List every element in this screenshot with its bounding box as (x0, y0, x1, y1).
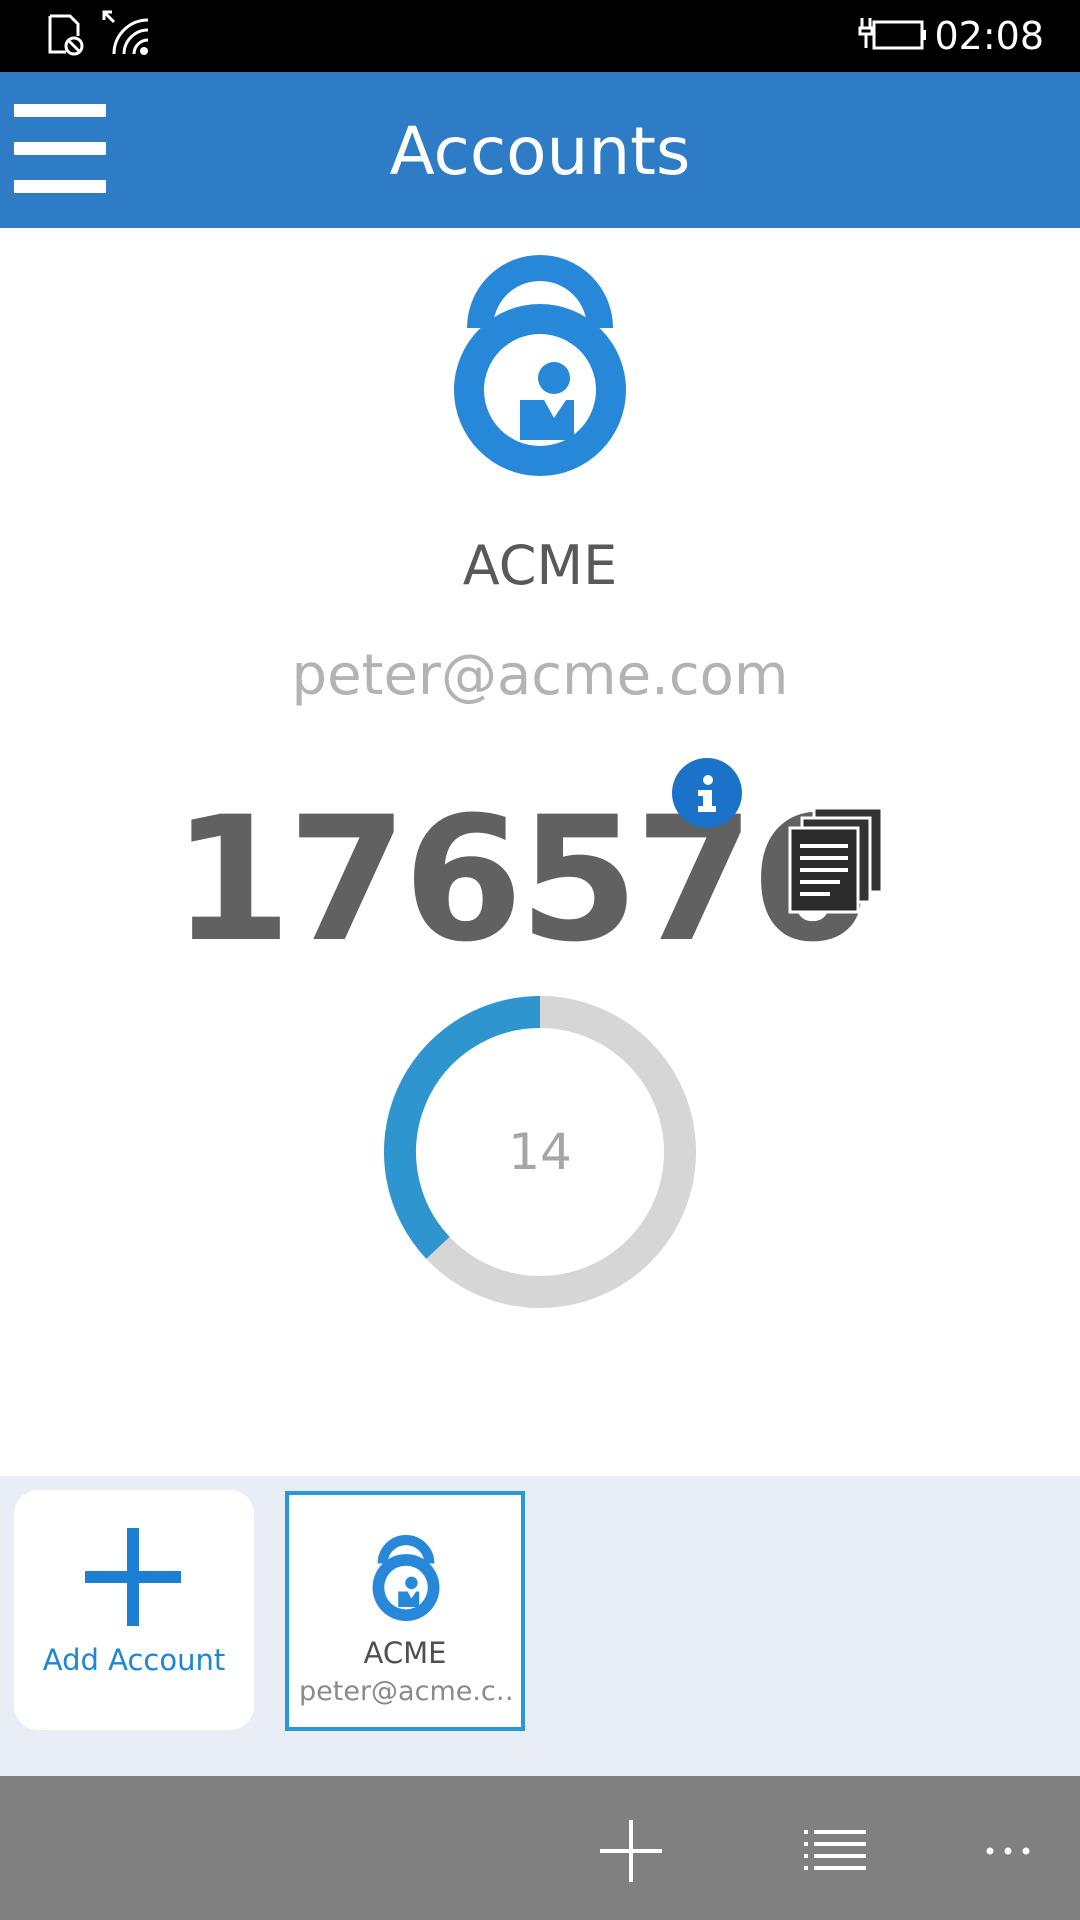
copy-icon[interactable] (786, 806, 886, 916)
info-icon[interactable] (672, 758, 742, 828)
battery-charging-icon (858, 18, 926, 50)
more-icon[interactable] (980, 1816, 1050, 1886)
list-icon[interactable] (800, 1816, 870, 1886)
countdown-seconds: 14 (508, 1123, 572, 1181)
account-tile-acme[interactable]: ACME peter@acme.c… (285, 1491, 525, 1731)
status-time: 02:08 (934, 14, 1044, 58)
app-bar (0, 1776, 1080, 1920)
otp-code[interactable]: 176576 (172, 780, 870, 980)
add-account-tile[interactable]: Add Account (14, 1490, 254, 1730)
wifi-icon (102, 10, 149, 55)
add-account-label: Add Account (42, 1643, 226, 1677)
no-sim-icon (48, 14, 84, 56)
authenticator-screen: 02:08 Accounts ACME peter@acme.com 17657… (0, 0, 1080, 1920)
padlock-user-icon (454, 255, 626, 476)
account-email: peter@acme.com (291, 643, 789, 708)
status-bar: 02:08 (0, 0, 1080, 72)
tile-account-email: peter@acme.c… (299, 1676, 511, 1707)
page-title: Accounts (389, 113, 691, 190)
header: Accounts (0, 72, 1080, 228)
account-name: ACME (462, 534, 618, 597)
add-icon[interactable] (596, 1816, 666, 1886)
tile-account-name: ACME (363, 1636, 447, 1670)
padlock-user-icon (372, 1535, 440, 1621)
